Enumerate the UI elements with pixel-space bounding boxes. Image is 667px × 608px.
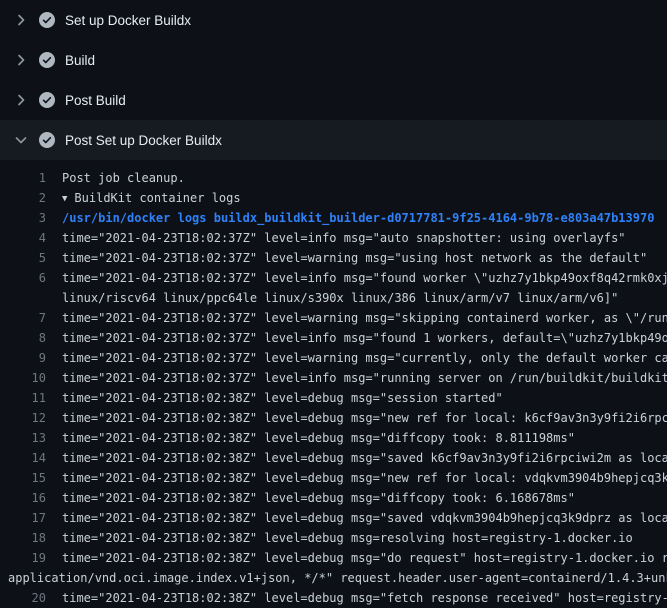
step-title: Post Build: [65, 93, 126, 108]
log-line-text: time="2021-04-23T18:02:37Z" level=info m…: [62, 228, 626, 248]
log-line: 13 time="2021-04-23T18:02:38Z" level=debu…: [0, 428, 667, 448]
log-line-number[interactable]: 15: [0, 468, 46, 488]
log-line: 16 time="2021-04-23T18:02:38Z" level=debu…: [0, 488, 667, 508]
log-line-text: time="2021-04-23T18:02:38Z" level=debug …: [62, 548, 667, 568]
log-line-number: [0, 288, 46, 308]
log-line: 14 time="2021-04-23T18:02:38Z" level=debu…: [0, 448, 667, 468]
step-title: Build: [65, 53, 95, 68]
log-line-text: time="2021-04-23T18:02:38Z" level=debug …: [62, 528, 633, 548]
log-line: 9 time="2021-04-23T18:02:37Z" level=warni…: [0, 348, 667, 368]
log-line-number[interactable]: 2: [0, 188, 46, 208]
check-circle-icon: [39, 52, 55, 68]
log-line-text: linux/riscv64 linux/ppc64le linux/s390x …: [62, 288, 618, 308]
chevron-right-icon: [13, 52, 29, 68]
log-line-number[interactable]: 19: [0, 548, 46, 568]
log-line-text: time="2021-04-23T18:02:37Z" level=info m…: [62, 368, 667, 388]
check-circle-icon: [39, 92, 55, 108]
log-line-text: time="2021-04-23T18:02:38Z" level=debug …: [62, 588, 667, 608]
log-line-text: time="2021-04-23T18:02:37Z" level=warnin…: [62, 248, 647, 268]
log-line-number[interactable]: 7: [0, 308, 46, 328]
log-line: 18 time="2021-04-23T18:02:38Z" level=debu…: [0, 528, 667, 548]
log-line: 7 time="2021-04-23T18:02:37Z" level=warni…: [0, 308, 667, 328]
log-line-number[interactable]: 11: [0, 388, 46, 408]
log-line: 10 time="2021-04-23T18:02:37Z" level=info…: [0, 368, 667, 388]
log-line-number[interactable]: 17: [0, 508, 46, 528]
log-group-title: BuildKit container logs: [74, 191, 240, 205]
log-line-text: time="2021-04-23T18:02:37Z" level=info m…: [62, 268, 667, 288]
log-line-text: time="2021-04-23T18:02:37Z" level=warnin…: [62, 308, 667, 328]
log-line-text: Post job cleanup.: [62, 168, 185, 188]
log-line-number[interactable]: 9: [0, 348, 46, 368]
log-line: 5 time="2021-04-23T18:02:37Z" level=warni…: [0, 248, 667, 268]
log-line: 15 time="2021-04-23T18:02:38Z" level=debu…: [0, 468, 667, 488]
step-title: Set up Docker Buildx: [65, 13, 191, 28]
log-line-number[interactable]: 5: [0, 248, 46, 268]
log-line: 19 time="2021-04-23T18:02:38Z" level=debu…: [0, 548, 667, 568]
step-title: Post Set up Docker Buildx: [65, 133, 222, 148]
log-line-number[interactable]: 1: [0, 168, 46, 188]
log-lines: 1 Post job cleanup. 2 ▼ BuildKit container l…: [0, 160, 667, 608]
step-header-build[interactable]: Build: [0, 40, 667, 80]
log-line-number[interactable]: 13: [0, 428, 46, 448]
chevron-right-icon: [13, 92, 29, 108]
log-line: 6 time="2021-04-23T18:02:37Z" level=info …: [0, 268, 667, 288]
log-line-number[interactable]: 3: [0, 208, 46, 228]
log-line: 4 time="2021-04-23T18:02:37Z" level=info …: [0, 228, 667, 248]
step-sections: Set up Docker Buildx Build Post Build Post …: [0, 0, 667, 160]
log-command-text: /usr/bin/docker logs buildx_buildkit_bui…: [62, 208, 654, 228]
log-line: application/vnd.oci.image.index.v1+json,…: [0, 568, 667, 588]
log-line-number[interactable]: 20: [0, 588, 46, 608]
log-line-text[interactable]: ▼ BuildKit container logs: [62, 188, 241, 208]
log-line-number[interactable]: 4: [0, 228, 46, 248]
log-line: 12 time="2021-04-23T18:02:38Z" level=debu…: [0, 408, 667, 428]
chevron-down-icon: [13, 132, 29, 148]
log-line: linux/riscv64 linux/ppc64le linux/s390x …: [0, 288, 667, 308]
chevron-right-icon: [13, 12, 29, 28]
step-header-set-up-docker-buildx[interactable]: Set up Docker Buildx: [0, 0, 667, 40]
log-line-text: time="2021-04-23T18:02:38Z" level=debug …: [62, 468, 667, 488]
log-line: 17 time="2021-04-23T18:02:38Z" level=debu…: [0, 508, 667, 528]
log-line: 1 Post job cleanup.: [0, 168, 667, 188]
log-line-text: time="2021-04-23T18:02:38Z" level=debug …: [62, 388, 503, 408]
log-line: 11 time="2021-04-23T18:02:38Z" level=debu…: [0, 388, 667, 408]
step-header-post-build[interactable]: Post Build: [0, 80, 667, 120]
triangle-down-icon[interactable]: ▼: [62, 189, 67, 209]
check-circle-icon: [39, 12, 55, 28]
log-line-text: time="2021-04-23T18:02:38Z" level=debug …: [62, 488, 575, 508]
log-line-number[interactable]: 14: [0, 448, 46, 468]
log-line-text: time="2021-04-23T18:02:38Z" level=debug …: [62, 408, 667, 428]
log-line-number[interactable]: 6: [0, 268, 46, 288]
actions-log-page: { "colors": { "background": "#0d1117", "…: [0, 0, 667, 600]
workflow-log-viewer: Set up Docker Buildx Build Post Build Post …: [0, 0, 667, 608]
log-line: 20 time="2021-04-23T18:02:38Z" level=debu…: [0, 588, 667, 608]
log-line-number[interactable]: 18: [0, 528, 46, 548]
log-line-text: time="2021-04-23T18:02:38Z" level=debug …: [62, 428, 575, 448]
log-line: 3/usr/bin/docker logs buildx_buildkit_bu…: [0, 208, 667, 228]
log-line-number[interactable]: 8: [0, 328, 46, 348]
step-header-post-set-up-docker-buildx[interactable]: Post Set up Docker Buildx: [0, 120, 667, 160]
log-line-text: time="2021-04-23T18:02:37Z" level=warnin…: [62, 348, 667, 368]
log-line: 8 time="2021-04-23T18:02:37Z" level=info …: [0, 328, 667, 348]
log-line-text: time="2021-04-23T18:02:37Z" level=info m…: [62, 328, 667, 348]
log-line-text: application/vnd.oci.image.index.v1+json,…: [8, 568, 667, 588]
log-line-number[interactable]: 10: [0, 368, 46, 388]
log-line-number[interactable]: 12: [0, 408, 46, 428]
log-line-number[interactable]: 16: [0, 488, 46, 508]
log-line: 2 ▼ BuildKit container logs: [0, 188, 667, 208]
log-line-text: time="2021-04-23T18:02:38Z" level=debug …: [62, 508, 667, 528]
log-line-text: time="2021-04-23T18:02:38Z" level=debug …: [62, 448, 667, 468]
check-circle-icon: [39, 132, 55, 148]
